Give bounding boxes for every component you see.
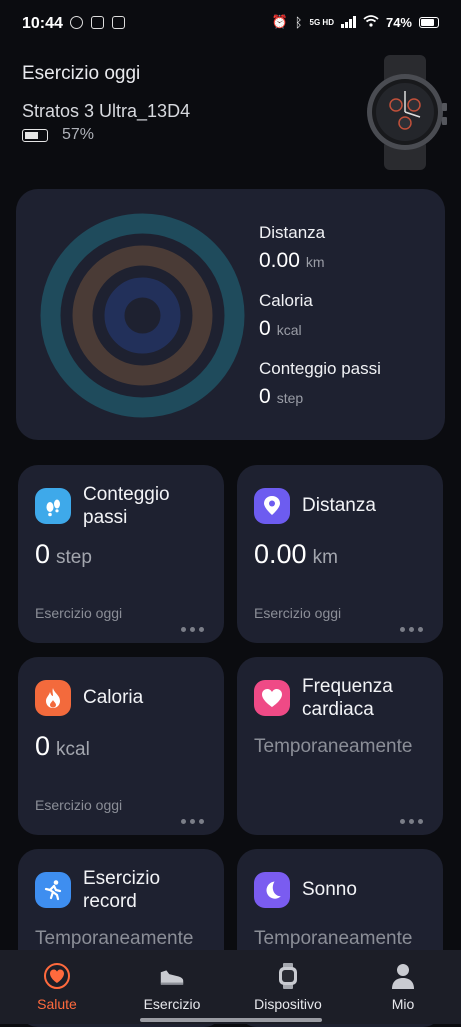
distance-card-subtitle: Esercizio oggi bbox=[254, 605, 342, 621]
heart-rate-card-title: Frequenza cardiaca bbox=[302, 676, 393, 720]
app-notification-icon bbox=[91, 16, 104, 29]
tab-dispositivo-label: Dispositivo bbox=[254, 996, 322, 1012]
moon-icon bbox=[254, 872, 290, 908]
activity-rings bbox=[40, 213, 245, 418]
sneaker-icon bbox=[158, 962, 186, 990]
steps-value: 0 bbox=[259, 385, 271, 408]
calories-card-title: Caloria bbox=[83, 687, 144, 708]
location-pin-icon bbox=[254, 488, 290, 524]
steps-card-value: 0 bbox=[35, 539, 51, 569]
running-icon bbox=[35, 872, 71, 908]
signal-icon bbox=[340, 16, 356, 28]
distance-value: 0.00 bbox=[259, 249, 300, 272]
bottom-navigation: Salute Esercizio Dispositivo Mio bbox=[0, 950, 461, 1024]
exercise-record-card-title: Esercizio record bbox=[83, 868, 161, 912]
mail-icon bbox=[112, 16, 125, 29]
steps-label: Conteggio passi bbox=[259, 359, 381, 378]
more-icon[interactable] bbox=[181, 819, 204, 824]
tab-mio[interactable]: Mio bbox=[353, 962, 453, 1012]
device-battery: 57% bbox=[22, 126, 94, 144]
steps-card-title: Conteggio passi bbox=[83, 484, 170, 528]
distance-label: Distanza bbox=[259, 223, 326, 242]
status-time: 10:44 bbox=[22, 15, 63, 32]
tab-mio-label: Mio bbox=[391, 996, 415, 1012]
steps-card-unit: step bbox=[56, 547, 92, 568]
bluetooth-icon: ᛒ bbox=[294, 14, 303, 30]
wifi-icon bbox=[363, 14, 379, 30]
tab-salute[interactable]: Salute bbox=[7, 962, 107, 1012]
distance-unit: km bbox=[305, 254, 325, 270]
battery-percent: 74% bbox=[385, 14, 412, 30]
tab-salute-label: Salute bbox=[37, 996, 77, 1012]
flame-icon bbox=[35, 680, 71, 716]
user-icon bbox=[389, 962, 417, 990]
network-label: 5G HD bbox=[309, 17, 334, 27]
steps-unit: step bbox=[276, 390, 304, 406]
health-heart-icon bbox=[43, 962, 71, 990]
device-battery-icon bbox=[22, 128, 48, 142]
steps-card-subtitle: Esercizio oggi bbox=[35, 605, 123, 621]
steps-card[interactable]: Conteggio passi 0 step Esercizio oggi bbox=[18, 465, 224, 643]
calories-card-value: 0 bbox=[35, 731, 51, 761]
tab-dispositivo[interactable]: Dispositivo bbox=[238, 962, 338, 1012]
home-indicator bbox=[140, 1018, 322, 1022]
more-icon[interactable] bbox=[400, 627, 423, 632]
calories-label: Caloria bbox=[259, 291, 313, 310]
exercise-record-card-status: Temporaneamente bbox=[35, 928, 194, 949]
footprints-icon bbox=[35, 488, 71, 524]
calories-unit: kcal bbox=[276, 322, 302, 338]
status-bar: 10:44 ⏰ ᛒ 5G HD 74% bbox=[0, 0, 461, 48]
distance-card-title: Distanza bbox=[302, 495, 376, 516]
device-name[interactable]: Stratos 3 Ultra_13D4 bbox=[22, 101, 190, 122]
device-battery-percent: 57% bbox=[62, 126, 95, 143]
more-icon[interactable] bbox=[400, 819, 423, 824]
heart-rate-card-status: Temporaneamente bbox=[254, 736, 413, 757]
more-icon[interactable] bbox=[181, 627, 204, 632]
battery-icon bbox=[419, 16, 439, 28]
distance-card[interactable]: Distanza 0.00 km Esercizio oggi bbox=[237, 465, 443, 643]
calories-card-unit: kcal bbox=[56, 739, 90, 760]
distance-card-value: 0.00 bbox=[254, 539, 307, 569]
sleep-card-status: Temporaneamente bbox=[254, 928, 413, 949]
status-right: ⏰ ᛒ 5G HD 74% bbox=[272, 14, 439, 30]
activity-summary-card[interactable]: Distanza 0.00 km Caloria 0 kcal Conteggio … bbox=[16, 189, 445, 440]
calories-card[interactable]: Caloria 0 kcal Esercizio oggi bbox=[18, 657, 224, 835]
calories-value: 0 bbox=[259, 317, 271, 340]
notification-icon bbox=[70, 16, 83, 29]
steps-stat: Conteggio passi 0 step bbox=[259, 359, 381, 409]
alarm-icon: ⏰ bbox=[271, 14, 288, 29]
page-title: Esercizio oggi bbox=[22, 63, 141, 84]
tab-esercizio-label: Esercizio bbox=[143, 996, 201, 1012]
watch-icon bbox=[274, 962, 302, 990]
calories-stat: Caloria 0 kcal bbox=[259, 291, 313, 341]
heart-rate-card[interactable]: Frequenza cardiaca Temporaneamente bbox=[237, 657, 443, 835]
notification-icons bbox=[70, 16, 125, 29]
tab-esercizio[interactable]: Esercizio bbox=[122, 962, 222, 1012]
distance-card-unit: km bbox=[312, 547, 338, 568]
sleep-card-title: Sonno bbox=[302, 879, 357, 900]
smartwatch-image[interactable] bbox=[356, 55, 451, 170]
heart-icon bbox=[254, 680, 290, 716]
calories-card-subtitle: Esercizio oggi bbox=[35, 797, 123, 813]
distance-stat: Distanza 0.00 km bbox=[259, 223, 325, 273]
